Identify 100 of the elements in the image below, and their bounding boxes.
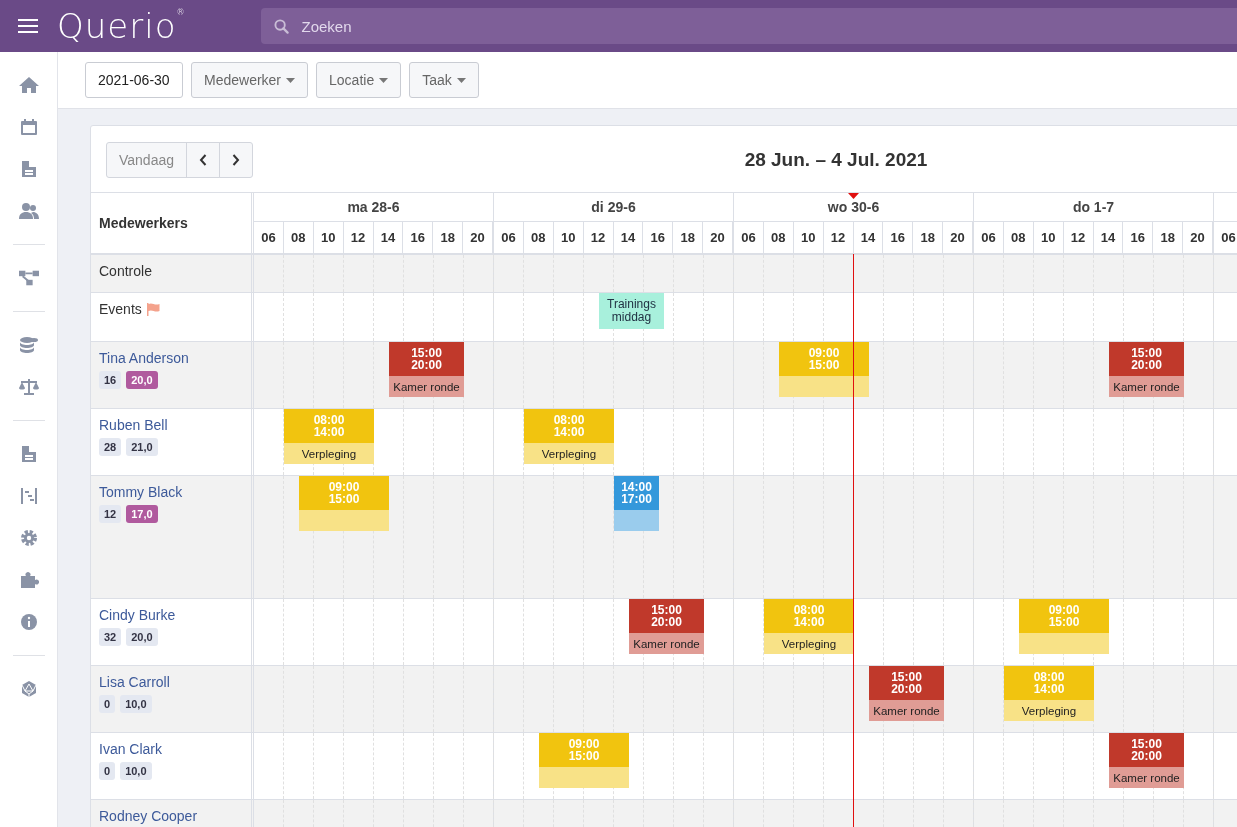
filter-dropdown[interactable]: Locatie — [316, 62, 402, 98]
hours-badge: 10,0 — [120, 695, 152, 713]
row-label: Events — [99, 301, 142, 317]
shift-block[interactable]: 08:00 14:00 Verpleging — [524, 409, 614, 464]
day-header: wo 30-6 — [827, 199, 880, 215]
shift-block[interactable]: 08:00 14:00 Verpleging — [764, 599, 854, 654]
hour-label: 20 — [943, 222, 973, 253]
users-icon[interactable] — [18, 202, 39, 220]
employee-link[interactable]: Ruben Bell — [99, 417, 243, 433]
hour-label: 06 — [974, 222, 1004, 253]
hour-label: 16 — [883, 222, 914, 253]
caret-icon — [456, 77, 466, 83]
hour-label: 06 — [254, 222, 284, 253]
column-header: Medewerkers — [99, 215, 188, 231]
coins-icon[interactable] — [18, 336, 39, 354]
count-badge: 16 — [99, 371, 122, 389]
shift-block[interactable]: 08:00 14:00 Verpleging — [1004, 666, 1094, 721]
hour-label: 16 — [643, 222, 674, 253]
date-field[interactable]: 2021-06-30 — [85, 62, 183, 98]
puzzle-icon[interactable] — [18, 571, 39, 589]
task-label: Kamer ronde — [873, 704, 940, 717]
home-icon[interactable] — [18, 76, 39, 94]
shift-block[interactable]: 15:00 20:00 Kamer ronde — [869, 666, 944, 721]
settings-icon[interactable] — [18, 529, 39, 547]
day-header: ma 28-6 — [347, 199, 400, 215]
hours-badge: 21,0 — [126, 438, 158, 456]
employee-link[interactable]: Lisa Carroll — [99, 674, 243, 690]
shift-times: 08:00 14:00 — [284, 409, 374, 443]
task-label: Kamer ronde — [633, 637, 700, 650]
hour-label: 12 — [1063, 222, 1094, 253]
shift-times: 09:00 15:00 — [1019, 599, 1109, 633]
hour-label: 10 — [793, 222, 824, 253]
task-label: Kamer ronde — [1113, 380, 1180, 393]
app-logo[interactable]: Querio$^{®}$ — [57, 9, 186, 43]
hour-label: 14 — [1093, 222, 1124, 253]
task-label: Kamer ronde — [393, 380, 460, 393]
hour-label: 10 — [553, 222, 584, 253]
gantt-icon[interactable] — [18, 487, 39, 505]
hour-label: 06 — [494, 222, 524, 253]
hour-label: 08 — [763, 222, 794, 253]
row-label: Controle — [99, 263, 153, 279]
hour-label: 10 — [313, 222, 344, 253]
caret-icon — [286, 77, 296, 83]
day-header: di 29-6 — [591, 199, 636, 215]
shift-times: 15:00 20:00 — [869, 666, 944, 700]
hierarchy-icon[interactable] — [18, 269, 39, 287]
filter-dropdown[interactable]: Medewerker — [191, 62, 309, 98]
shift-block[interactable]: 15:00 20:00 Kamer ronde — [629, 599, 704, 654]
shift-times: 14:00 17:00 — [614, 476, 659, 510]
hour-label: 12 — [343, 222, 374, 253]
task-label: Verpleging — [1021, 704, 1077, 717]
hours-badge: 17,0 — [126, 505, 158, 523]
shift-times: 08:00 14:00 — [524, 409, 614, 443]
previous-button[interactable] — [186, 142, 220, 178]
task-label: Verpleging — [781, 637, 837, 650]
hour-label: 18 — [913, 222, 944, 253]
shift-times: 08:00 14:00 — [1004, 666, 1094, 700]
shift-times: 15:00 20:00 — [1109, 342, 1184, 376]
search-field[interactable]: Zoeken — [261, 8, 1237, 44]
task-label: Verpleging — [301, 447, 357, 460]
event-block[interactable]: Trainings middag — [599, 293, 664, 329]
hour-label: 20 — [703, 222, 733, 253]
hour-label: 10 — [1033, 222, 1064, 253]
calendar-icon[interactable] — [18, 118, 39, 136]
hour-label: 06 — [1214, 222, 1237, 253]
info-icon[interactable] — [18, 613, 39, 631]
shift-block[interactable]: 08:00 14:00 Verpleging — [284, 409, 374, 464]
employee-link[interactable]: Tommy Black — [99, 484, 243, 500]
hour-label: 18 — [433, 222, 464, 253]
task-label: Verpleging — [541, 447, 597, 460]
count-badge: 0 — [99, 695, 116, 713]
hours-badge: 10,0 — [120, 762, 152, 780]
count-badge: 12 — [99, 505, 122, 523]
hour-label: 18 — [673, 222, 704, 253]
hour-label: 08 — [283, 222, 314, 253]
chevron-left-icon — [199, 154, 207, 166]
shift-times: 15:00 20:00 — [389, 342, 464, 376]
shift-block[interactable]: 15:00 20:00 Kamer ronde — [389, 342, 464, 397]
hour-label: 08 — [523, 222, 554, 253]
employee-link[interactable]: Rodney Cooper — [99, 808, 243, 824]
employee-link[interactable]: Cindy Burke — [99, 607, 243, 623]
shift-times: 15:00 20:00 — [1109, 733, 1184, 767]
day-header: do 1-7 — [1072, 199, 1115, 215]
employee-link[interactable]: Tina Anderson — [99, 350, 243, 366]
hour-label: 14 — [373, 222, 404, 253]
hours-badge: 20,0 — [126, 371, 158, 389]
hour-label: 14 — [613, 222, 644, 253]
shift-times: 09:00 15:00 — [539, 733, 629, 767]
hour-label: 16 — [403, 222, 434, 253]
menu-icon[interactable] — [18, 18, 38, 34]
hour-label: 08 — [1003, 222, 1034, 253]
filter-dropdown[interactable]: Taak — [409, 62, 479, 98]
flag-icon — [145, 302, 160, 316]
hour-label: 18 — [1153, 222, 1184, 253]
employee-link[interactable]: Ivan Clark — [99, 741, 243, 757]
next-button[interactable] — [219, 142, 253, 178]
hour-label: 06 — [734, 222, 764, 253]
shift-block[interactable]: 15:00 20:00 Kamer ronde — [1109, 733, 1184, 788]
scale-icon[interactable] — [18, 378, 39, 396]
shift-block[interactable]: 15:00 20:00 Kamer ronde — [1109, 342, 1184, 397]
